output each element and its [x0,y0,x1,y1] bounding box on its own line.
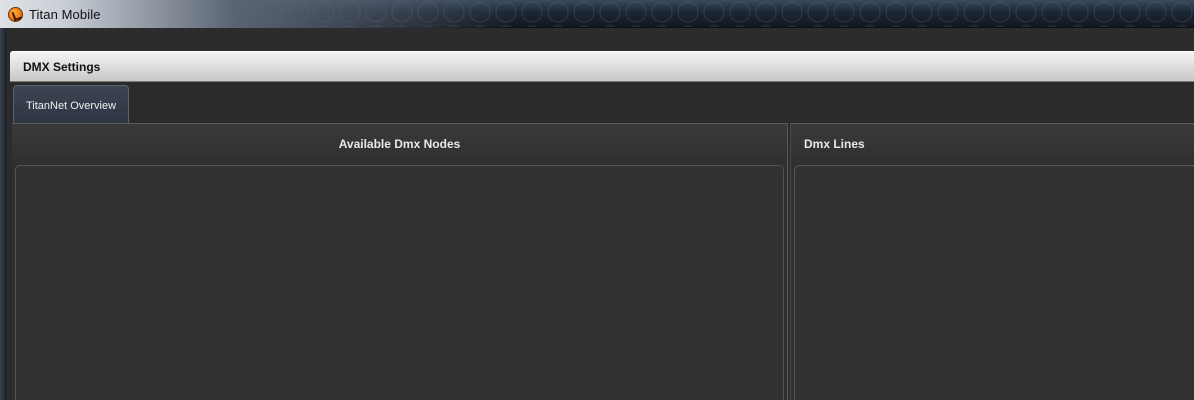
titan-logo-icon[interactable] [8,7,23,22]
tab-titannet-overview[interactable]: TitanNet Overview [13,85,129,124]
tab-label: TitanNet Overview [25,100,117,112]
available-dmx-nodes-panel: Available Dmx Nodes [12,123,788,400]
panel-title: Dmx Lines [804,137,865,151]
window-frame: DMX Settings TitanNet Overview Available… [0,28,1194,400]
dmx-lines-list[interactable] [794,165,1194,400]
dmx-nodes-list[interactable] [15,165,784,400]
panel-header: Available Dmx Nodes [12,124,787,164]
window-left-border [0,28,7,400]
client-area: DMX Settings TitanNet Overview Available… [7,28,1194,400]
app-window: Titan Mobile DMX Settings TitanNet Overv… [0,0,1194,400]
panel-header: Dmx Lines [791,124,1194,164]
dmx-lines-panel: Dmx Lines [790,123,1194,400]
window-titlebar[interactable]: Titan Mobile [0,0,1194,28]
tab-strip: TitanNet Overview [10,83,1194,124]
section-title: DMX Settings [23,60,101,74]
panel-title: Available Dmx Nodes [338,137,461,151]
window-title: Titan Mobile [29,7,101,22]
dmx-settings-header: DMX Settings [10,51,1194,82]
